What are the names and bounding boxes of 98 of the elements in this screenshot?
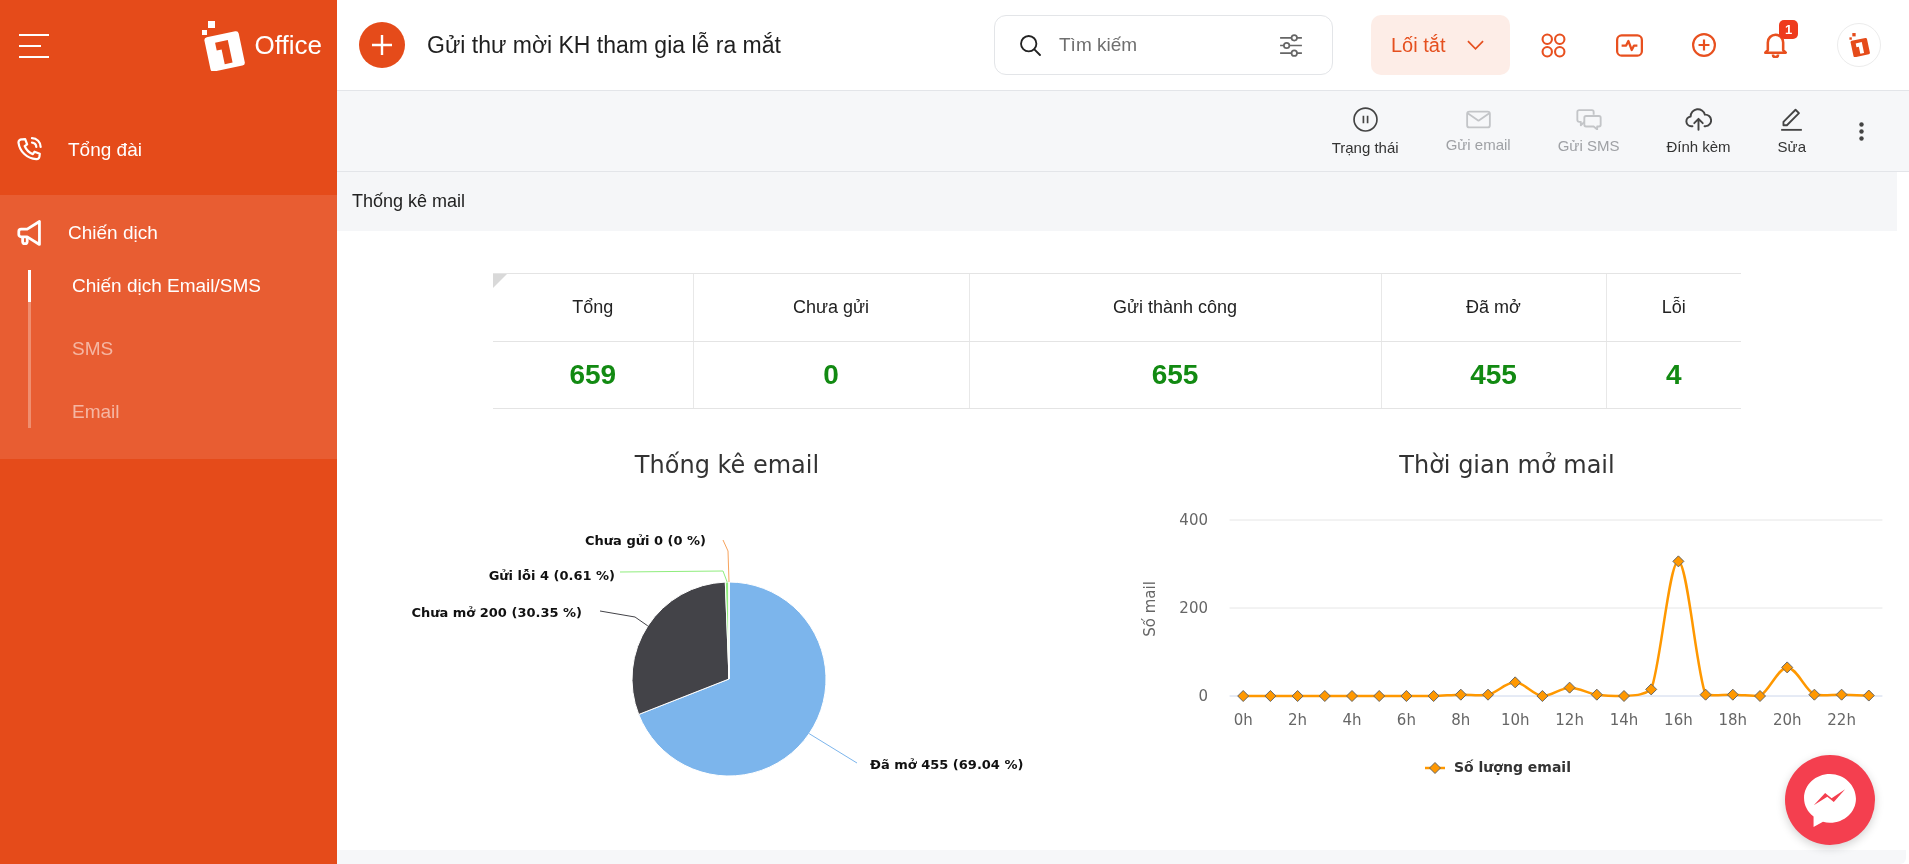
data-point-marker[interactable]	[1291, 690, 1304, 702]
megaphone-icon	[17, 220, 42, 246]
data-point-marker[interactable]	[1427, 690, 1440, 702]
toolbar-button[interactable]: Đính kèm	[1648, 107, 1749, 155]
plus-icon	[372, 35, 392, 55]
data-point-marker[interactable]	[1862, 689, 1875, 702]
legend-marker-icon[interactable]	[1425, 762, 1445, 774]
more-options-icon[interactable]	[1859, 121, 1864, 141]
page-title: Gửi thư mời KH tham gia lễ ra mắt	[427, 31, 781, 59]
data-point-marker[interactable]	[1509, 676, 1522, 689]
axis-tick-label: 14h	[1609, 711, 1639, 729]
stat-value: 655	[969, 341, 1381, 409]
axis-tick-label: 0	[1198, 687, 1208, 705]
corner-triangle-icon	[493, 274, 507, 288]
chart-title: Thống kê email	[634, 451, 820, 479]
data-point-marker[interactable]	[1808, 688, 1821, 701]
axis-tick-label: 12h	[1555, 711, 1584, 729]
data-point-marker[interactable]	[1590, 688, 1603, 701]
pause-icon	[1352, 106, 1378, 132]
data-point-marker[interactable]	[1373, 690, 1386, 702]
data-point-marker[interactable]	[1346, 690, 1358, 702]
data-point-marker[interactable]	[1645, 683, 1658, 696]
data-point-marker[interactable]	[1618, 690, 1630, 702]
activity-monitor-icon[interactable]	[1616, 33, 1643, 57]
column-header: Lỗi	[1606, 273, 1741, 342]
data-point-marker[interactable]	[1726, 688, 1739, 701]
apps-icon[interactable]	[1541, 32, 1566, 58]
section-header: Thống kê mail	[337, 172, 1897, 231]
data-point-marker[interactable]	[1563, 681, 1576, 694]
sidebar-item[interactable]: Tổng đài	[0, 122, 337, 178]
pencil-icon	[1780, 107, 1804, 131]
logo-icon	[1848, 33, 1870, 57]
axis-tick-label: 20h	[1772, 711, 1802, 729]
pie-slice[interactable]	[638, 581, 827, 777]
menu-icon[interactable]	[19, 32, 49, 59]
chevron-down-icon	[1467, 40, 1485, 50]
filter-icon[interactable]	[1279, 34, 1303, 57]
axis-tick-label: 4h	[1342, 711, 1362, 729]
sidebar-subitem[interactable]: Email	[28, 396, 120, 428]
data-point-marker[interactable]	[1454, 688, 1467, 701]
sidebar-subitem[interactable]: SMS	[28, 333, 114, 365]
data-point-marker[interactable]	[1264, 690, 1277, 702]
notification-badge: 1	[1779, 20, 1798, 39]
search-field[interactable]: Tìm kiếm	[994, 15, 1333, 75]
label-leader-line	[599, 610, 649, 627]
axis-tick-label: 8h	[1451, 711, 1471, 729]
data-point-marker[interactable]	[1237, 690, 1250, 702]
toolbar-button[interactable]: Trạng thái	[1313, 106, 1417, 156]
envelope-icon	[1465, 109, 1491, 129]
cloud-upload-icon	[1685, 107, 1712, 131]
axis-tick-label: 200	[1179, 599, 1208, 617]
data-point-marker[interactable]	[1536, 690, 1549, 702]
axis-tick-label: 10h	[1500, 711, 1530, 729]
axis-tick-label: 2h	[1288, 711, 1308, 729]
phone-icon	[17, 137, 42, 163]
slice-label: Gửi lỗi 4 (0.61 %)	[488, 567, 615, 583]
data-point-marker[interactable]	[1781, 661, 1794, 674]
data-point-marker[interactable]	[1318, 690, 1331, 702]
data-point-marker[interactable]	[1400, 690, 1413, 702]
column-header: Đã mở	[1381, 273, 1606, 342]
axis-tick-label: 400	[1179, 511, 1208, 529]
slice-label: Chưa mở 200 (30.35 %)	[411, 604, 582, 620]
axis-tick-label: 16h	[1664, 711, 1693, 729]
data-point-marker[interactable]	[1835, 688, 1848, 701]
axis-tick-label: 0h	[1233, 711, 1253, 729]
axis-tick-label: 18h	[1718, 711, 1748, 729]
chat-bubble-icon	[1804, 773, 1856, 827]
chat-bubbles-icon	[1575, 108, 1602, 130]
axis-tick-label: 6h	[1396, 711, 1416, 729]
bell-icon[interactable]	[1764, 32, 1787, 58]
add-circle-icon[interactable]	[1692, 33, 1716, 57]
shortcut-button[interactable]: Lối tắt	[1371, 15, 1510, 75]
add-button[interactable]	[359, 22, 405, 68]
data-point-marker[interactable]	[1754, 690, 1766, 702]
stat-value: 455	[1381, 341, 1606, 409]
slice-label: Chưa gửi 0 (0 %)	[585, 532, 706, 548]
avatar-button[interactable]	[1837, 23, 1881, 67]
brand-name: Office	[254, 30, 322, 61]
stat-value: 659	[493, 341, 693, 409]
label-leader-line	[808, 733, 858, 764]
column-header: Gửi thành công	[969, 273, 1381, 342]
search-icon	[1020, 35, 1041, 56]
legend-label[interactable]: Số lượng email	[1454, 759, 1571, 775]
data-point-marker[interactable]	[1482, 688, 1494, 701]
data-point-marker[interactable]	[1699, 688, 1712, 701]
pie-slice[interactable]	[631, 581, 730, 715]
sidebar-item[interactable]: Chiến dịch	[0, 205, 337, 261]
stat-value: 4	[1606, 341, 1741, 409]
slice-label: Đã mở 455 (69.04 %)	[870, 756, 1024, 772]
stat-value: 0	[693, 341, 969, 409]
toolbar-button[interactable]: Sửa	[1759, 107, 1824, 155]
data-point-marker[interactable]	[1672, 555, 1685, 568]
chart-title: Thời gian mở mail	[1399, 451, 1615, 479]
sidebar-subitem[interactable]: Chiến dịch Email/SMS	[28, 270, 262, 302]
column-header: Tổng	[493, 273, 693, 342]
column-header: Chưa gửi	[693, 273, 969, 342]
axis-tick-label: 22h	[1827, 711, 1856, 729]
axis-title: Số mail	[1140, 581, 1159, 637]
